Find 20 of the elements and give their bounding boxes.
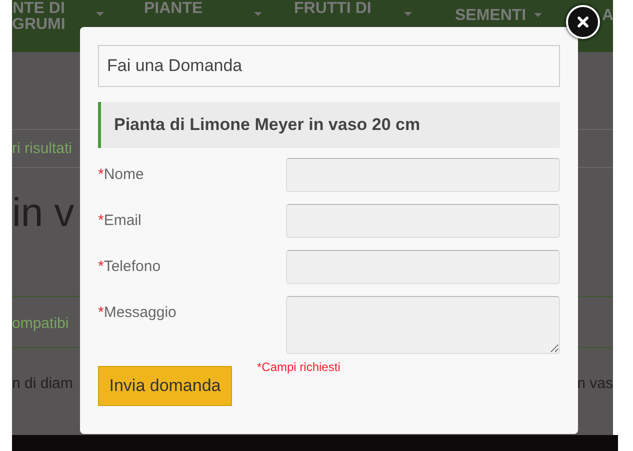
field-label: *Telefono xyxy=(98,257,161,276)
close-icon xyxy=(577,16,589,28)
tab-label[interactable]: ompatibi xyxy=(12,314,69,332)
nav-link[interactable]: PIANTE xyxy=(144,1,203,17)
message-field[interactable] xyxy=(286,296,560,354)
nav-link[interactable]: A xyxy=(602,8,613,24)
required-note: *Campi richiesti xyxy=(257,360,340,374)
nav-link[interactable]: SEMENTI xyxy=(455,8,526,24)
nav-link[interactable]: NTE DI GRUMI xyxy=(12,1,66,33)
field-label: *Nome xyxy=(98,165,144,184)
field-label: *Messaggio xyxy=(98,303,176,322)
input-field[interactable] xyxy=(286,158,560,192)
submit-button[interactable]: Invia domanda xyxy=(98,366,232,406)
breadcrumb-link[interactable]: ri risultati xyxy=(12,140,72,157)
field-label: *Email xyxy=(98,211,142,230)
dialog-title: Fai una Domanda xyxy=(98,45,560,87)
input-field[interactable] xyxy=(286,204,560,238)
nav-link[interactable]: FRUTTI DI xyxy=(294,1,372,17)
product-heading: Pianta di Limone Meyer in vaso 20 cm xyxy=(98,102,560,148)
input-field[interactable] xyxy=(286,250,560,284)
